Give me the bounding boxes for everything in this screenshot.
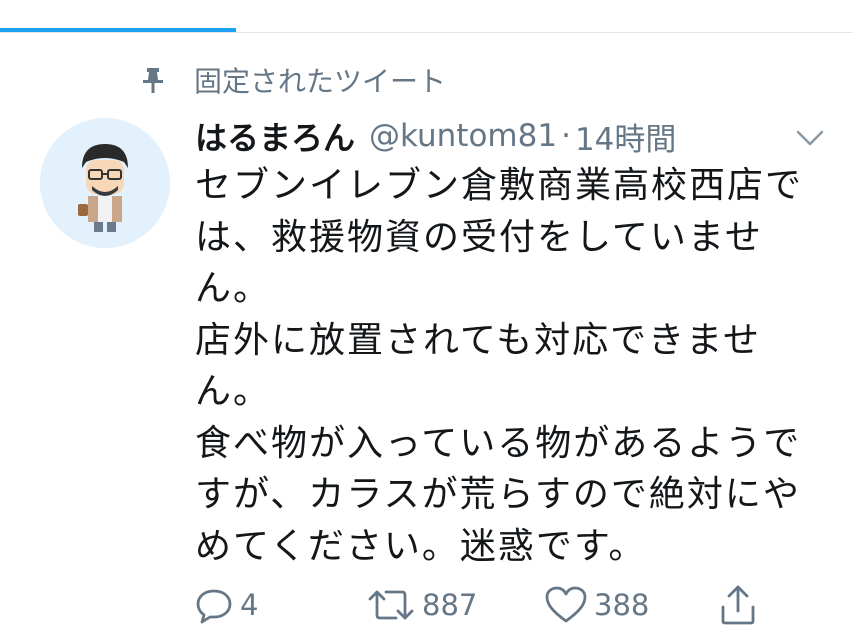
share-button[interactable]	[718, 580, 758, 630]
separator-dot: ·	[561, 118, 571, 154]
tweet-text: セブンイレブン倉敷商業高校西店で は、救援物資の受付をしていませ ん。 店外に放…	[195, 165, 804, 567]
chevron-down-icon[interactable]	[790, 122, 830, 152]
reply-count: 4	[240, 588, 259, 622]
avatar[interactable]	[40, 118, 170, 248]
like-button[interactable]: 388	[544, 580, 649, 630]
reply-icon	[194, 585, 234, 625]
tweet-actions: 4 887 388	[190, 580, 830, 630]
like-count: 388	[594, 588, 650, 622]
user-handle[interactable]: @kuntom81	[369, 118, 557, 154]
retweet-icon	[366, 585, 416, 625]
retweet-button[interactable]: 887	[366, 580, 477, 630]
pinned-tweet-label-row: 固定されたツイート	[138, 60, 446, 100]
heart-icon	[544, 585, 588, 625]
tweet-header: はるまろん @kuntom81 · 14時間	[195, 112, 805, 160]
tab-bar	[0, 0, 853, 34]
display-name[interactable]: はるまろん	[195, 113, 355, 159]
pin-icon	[138, 65, 168, 95]
reply-button[interactable]: 4	[194, 580, 258, 630]
pinned-tweet-label: 固定されたツイート	[194, 65, 447, 98]
share-icon	[718, 583, 758, 627]
tab-divider	[0, 32, 853, 33]
tweet-timestamp[interactable]: 14時間	[575, 114, 676, 159]
retweet-count: 887	[422, 588, 478, 622]
